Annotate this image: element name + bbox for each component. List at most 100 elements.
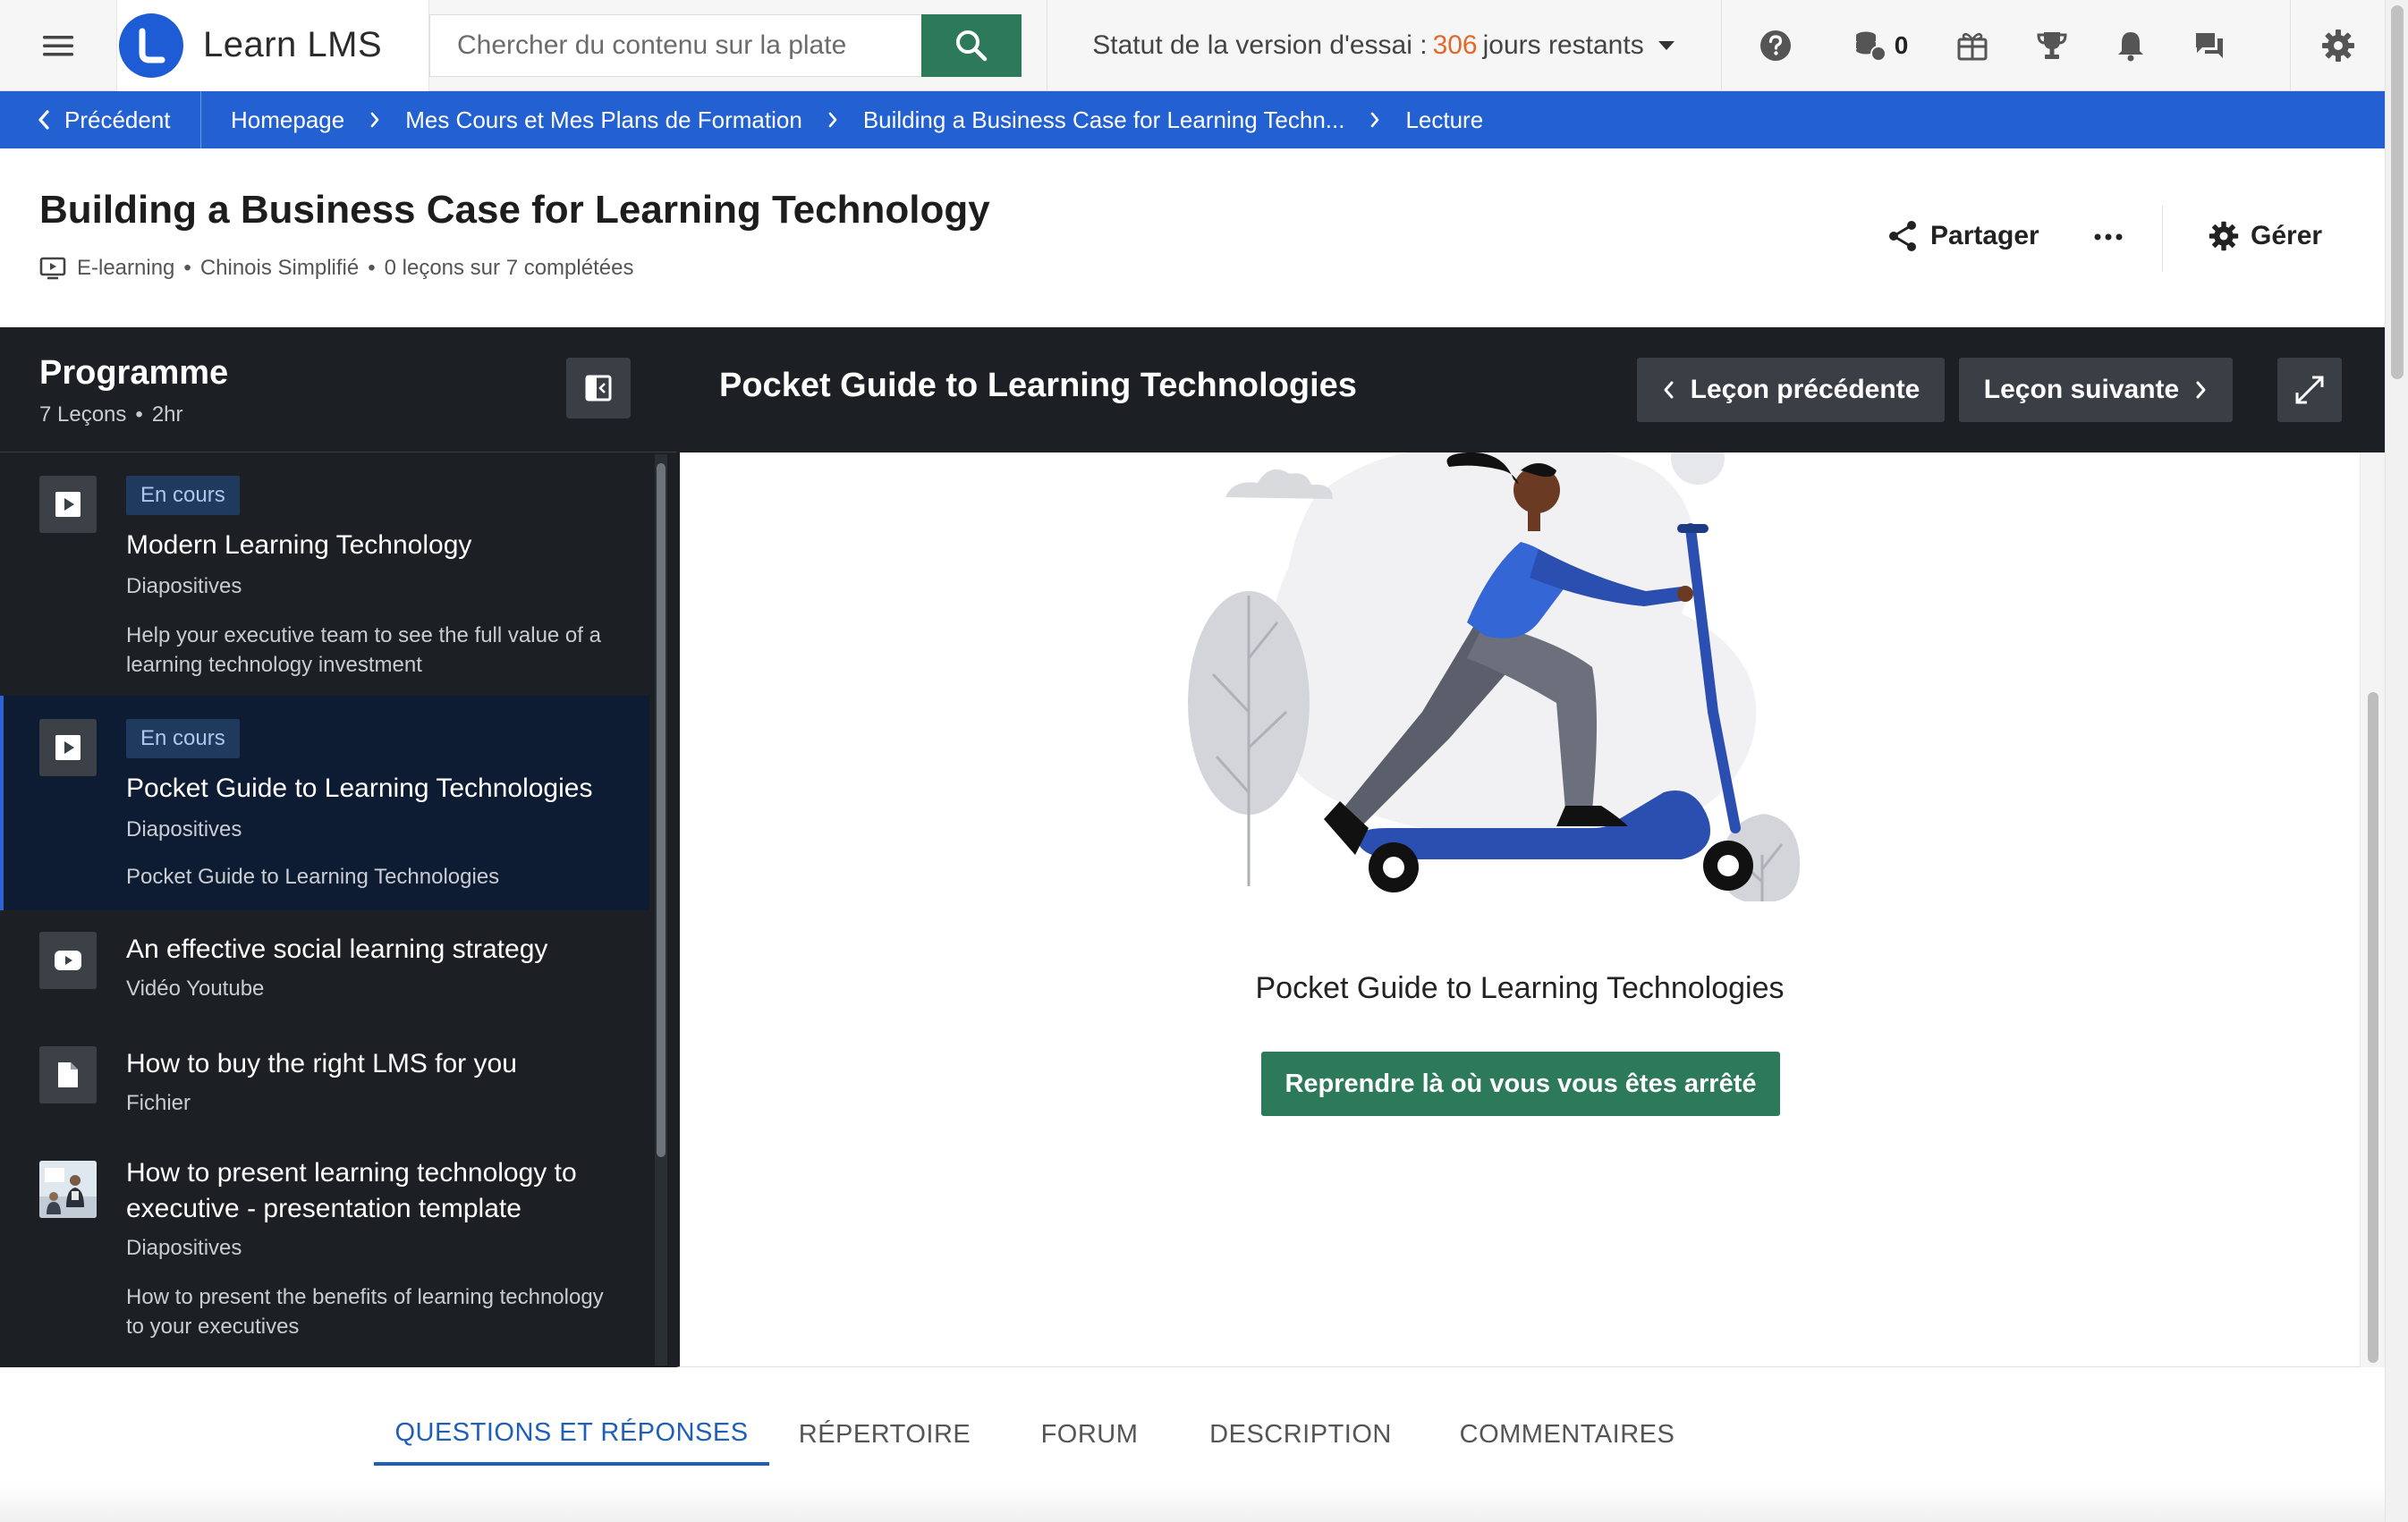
tab-description[interactable]: DESCRIPTION	[1179, 1403, 1422, 1466]
lesson-type: Diapositives	[126, 817, 242, 841]
search-bar: Chercher du contenu sur la plate	[429, 0, 1022, 91]
messages-button[interactable]	[2170, 0, 2249, 91]
manage-label: Gérer	[2251, 221, 2323, 250]
trial-suffix: jours restants	[1482, 30, 1644, 60]
lesson-title: How to present learning technology to ex…	[126, 1158, 577, 1223]
leaderboard-button[interactable]	[2013, 0, 2091, 91]
breadcrumb-course[interactable]: Building a Business Case for Learning Te…	[863, 106, 1345, 134]
youtube-icon	[39, 932, 97, 989]
lesson-item[interactable]: How to buy the right LMS for you Fichier	[0, 1025, 649, 1139]
lesson-title: Modern Learning Technology	[126, 530, 472, 560]
chevron-left-icon	[38, 110, 49, 130]
elearning-icon	[39, 257, 66, 280]
search-button[interactable]	[921, 13, 1022, 77]
scrollbar-thumb[interactable]	[657, 463, 666, 1157]
app-window: Learn LMS Chercher du contenu sur la pla…	[0, 0, 2408, 1522]
scrollbar-thumb[interactable]	[2391, 5, 2404, 379]
search-icon	[956, 30, 988, 61]
help-button[interactable]	[1722, 0, 1829, 91]
back-label: Précédent	[64, 106, 171, 133]
trial-status-dropdown[interactable]: Statut de la version d'essai : 306 jours…	[1047, 0, 1722, 91]
brand-logo[interactable]: Learn LMS	[116, 0, 429, 91]
sidebar-scrollbar[interactable]	[655, 454, 667, 1366]
tab-questions-answers[interactable]: QUESTIONS ET RÉPONSES	[374, 1403, 769, 1466]
divider	[2162, 206, 2163, 272]
breadcrumb-items: Homepage Mes Cours et Mes Plans de Forma…	[201, 106, 1483, 134]
duration: 2hr	[151, 402, 183, 427]
gear-icon	[2209, 221, 2239, 251]
rewards-button[interactable]	[1932, 0, 2013, 91]
lesson-title: Pocket Guide to Learning Technologies	[126, 774, 593, 803]
resume-button[interactable]: Reprendre là où vous vous êtes arrêté	[1261, 1052, 1780, 1116]
status-badge: En cours	[126, 476, 240, 515]
share-button[interactable]: Partager	[1887, 220, 2039, 252]
caret-down-icon	[1658, 41, 1675, 50]
settings-button[interactable]	[2290, 0, 2385, 91]
manage-button[interactable]: Gérer	[2208, 220, 2322, 252]
gear-icon	[2321, 30, 2354, 62]
help-icon	[1760, 30, 1791, 61]
lesson-type: Vidéo Youtube	[126, 977, 265, 1001]
scrollbar-thumb[interactable]	[2368, 692, 2378, 1363]
file-icon	[39, 1046, 97, 1103]
play-icon	[39, 719, 97, 776]
collapse-sidebar-button[interactable]	[566, 358, 631, 419]
breadcrumb-my-courses[interactable]: Mes Cours et Mes Plans de Formation	[405, 106, 802, 134]
course-progress: 0 leçons sur 7 complétées	[384, 256, 634, 280]
expand-icon	[2295, 376, 2324, 404]
lesson-item[interactable]: En cours Modern Learning Technology Diap…	[0, 452, 649, 696]
gift-icon	[1957, 32, 1988, 61]
coins-button[interactable]: 0	[1829, 0, 1932, 91]
share-icon	[1889, 221, 1916, 251]
lesson-header: Pocket Guide to Learning Technologies Le…	[676, 327, 2385, 452]
lesson-item[interactable]: An effective social learning strategy Vi…	[0, 910, 649, 1025]
fullscreen-button[interactable]	[2277, 358, 2342, 422]
back-button[interactable]: Précédent	[0, 91, 201, 148]
breadcrumb-homepage[interactable]: Homepage	[231, 106, 344, 134]
page-title: Building a Business Case for Learning Te…	[39, 188, 990, 232]
tabs-shadow	[0, 1484, 2385, 1522]
status-badge: En cours	[126, 719, 240, 758]
share-label: Partager	[1930, 221, 2039, 250]
program-sidebar: Programme 7 Leçons • 2hr En cours Modern…	[0, 327, 676, 1367]
lesson-type: Fichier	[126, 1091, 191, 1115]
scooter-illustration	[1188, 452, 1801, 901]
lesson-title: How to buy the right LMS for you	[126, 1049, 517, 1078]
tab-directory[interactable]: RÉPERTOIRE	[769, 1403, 1000, 1466]
lesson-description: Help your executive team to see the full…	[126, 623, 601, 677]
chevron-right-icon	[2196, 381, 2206, 399]
coin-count: 0	[1894, 31, 1909, 59]
trial-prefix: Statut de la version d'essai :	[1092, 30, 1428, 60]
lesson-title: An effective social learning strategy	[126, 934, 548, 964]
tab-comments[interactable]: COMMENTAIRES	[1422, 1403, 1712, 1466]
course-meta: E-learning • Chinois Simplifié • 0 leçon…	[39, 256, 633, 281]
previous-lesson-button[interactable]: Leçon précédente	[1637, 358, 1945, 422]
chevron-right-icon	[827, 111, 838, 129]
window-scrollbar[interactable]	[2385, 0, 2408, 1522]
more-horizontal-icon	[2094, 233, 2123, 241]
lesson-type: Diapositives	[126, 1236, 242, 1260]
brand-name: Learn LMS	[203, 25, 383, 64]
lesson-item-active[interactable]: En cours Pocket Guide to Learning Techno…	[0, 696, 649, 910]
sidebar-header: Programme 7 Leçons • 2hr	[0, 327, 676, 452]
content-scrollbar[interactable]	[2360, 452, 2385, 1367]
sidebar-title: Programme	[39, 354, 229, 392]
chevron-right-icon	[1369, 111, 1380, 129]
bell-icon	[2118, 32, 2143, 62]
more-options-button[interactable]	[2093, 222, 2124, 257]
menu-icon[interactable]	[0, 0, 116, 91]
chevron-left-icon	[1664, 381, 1674, 399]
breadcrumb: Précédent Homepage Mes Cours et Mes Plan…	[0, 91, 2385, 148]
search-placeholder: Chercher du contenu sur la plate	[457, 30, 847, 60]
lesson-item[interactable]: How to present learning technology to ex…	[0, 1139, 649, 1354]
lesson-description: How to present the benefits of learning …	[126, 1285, 604, 1339]
next-lesson-button[interactable]: Leçon suivante	[1959, 358, 2233, 422]
trial-days: 306	[1432, 30, 1478, 60]
tab-forum[interactable]: FORUM	[1000, 1403, 1179, 1466]
sidebar-summary: 7 Leçons • 2hr	[39, 402, 183, 427]
lesson-description: Pocket Guide to Learning Technologies	[126, 865, 500, 889]
course-header: Building a Business Case for Learning Te…	[0, 148, 2385, 327]
search-input[interactable]: Chercher du contenu sur la plate	[429, 13, 921, 77]
course-language: Chinois Simplifié	[199, 256, 360, 280]
notifications-button[interactable]	[2091, 0, 2170, 91]
